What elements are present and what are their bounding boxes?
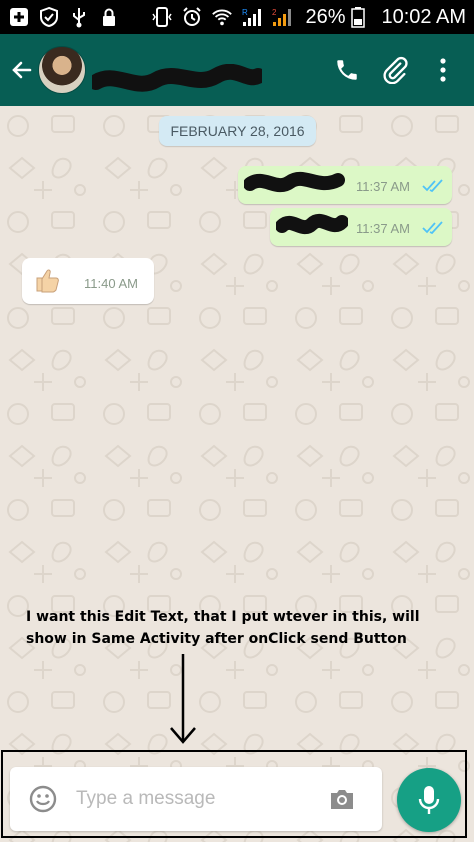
app-bar-actions bbox=[330, 53, 474, 87]
message-time: 11:40 AM bbox=[84, 276, 138, 291]
battery-percent: 26% bbox=[305, 5, 346, 28]
svg-text:R: R bbox=[242, 8, 248, 17]
call-button[interactable] bbox=[330, 53, 364, 87]
message-input-bar[interactable] bbox=[10, 767, 382, 831]
status-right: R 2 26% 10:02 AM bbox=[151, 6, 466, 29]
message-redaction bbox=[244, 171, 345, 193]
message-redaction bbox=[276, 213, 348, 235]
svg-text:2: 2 bbox=[272, 8, 277, 17]
outgoing-message[interactable]: 11:37 AM bbox=[270, 208, 452, 246]
mic-button[interactable] bbox=[397, 768, 461, 832]
contact-avatar[interactable] bbox=[38, 46, 86, 94]
annotation-text: I want this Edit Text, that I put wtever… bbox=[26, 609, 420, 647]
incoming-message[interactable]: 11:40 AM bbox=[22, 258, 154, 304]
back-arrow-icon[interactable] bbox=[10, 58, 34, 82]
signal-2-icon: 2 bbox=[272, 8, 292, 26]
vibrate-icon bbox=[152, 7, 173, 27]
attach-icon bbox=[383, 56, 408, 84]
annotation-arrow bbox=[170, 654, 196, 744]
signal-r-icon: R bbox=[242, 8, 262, 26]
plus-box-icon bbox=[10, 8, 28, 26]
clock: 10:02 AM bbox=[381, 5, 466, 28]
chat-app-bar bbox=[0, 34, 474, 106]
mic-icon bbox=[418, 786, 440, 814]
message-time: 11:37 AM bbox=[356, 221, 410, 236]
thumbs-up-icon bbox=[36, 269, 59, 293]
contact-name-redaction bbox=[92, 64, 262, 92]
read-ticks-icon bbox=[422, 179, 443, 193]
message-time: 11:37 AM bbox=[356, 179, 410, 194]
overflow-menu-button[interactable] bbox=[426, 53, 460, 87]
emoji-icon[interactable] bbox=[28, 784, 58, 814]
camera-icon[interactable] bbox=[328, 787, 356, 811]
attach-button[interactable] bbox=[378, 53, 412, 87]
battery-icon bbox=[351, 7, 366, 28]
wifi-icon bbox=[212, 9, 233, 26]
read-ticks-icon bbox=[422, 221, 443, 235]
lock-icon bbox=[103, 8, 115, 26]
usb-icon bbox=[73, 8, 85, 28]
outgoing-message[interactable]: 11:37 AM bbox=[238, 166, 452, 204]
phone-icon bbox=[337, 60, 357, 80]
chat-area[interactable]: FEBRUARY 28, 2016 11:37 AM 11:37 AM 11:4… bbox=[0, 106, 474, 842]
date-chip: FEBRUARY 28, 2016 bbox=[159, 116, 316, 146]
shield-check-icon bbox=[40, 6, 58, 28]
alarm-icon bbox=[183, 7, 202, 26]
overflow-menu-icon bbox=[440, 58, 446, 82]
status-bar: R 2 26% 10:02 AM bbox=[0, 0, 474, 34]
message-input[interactable] bbox=[74, 787, 318, 811]
